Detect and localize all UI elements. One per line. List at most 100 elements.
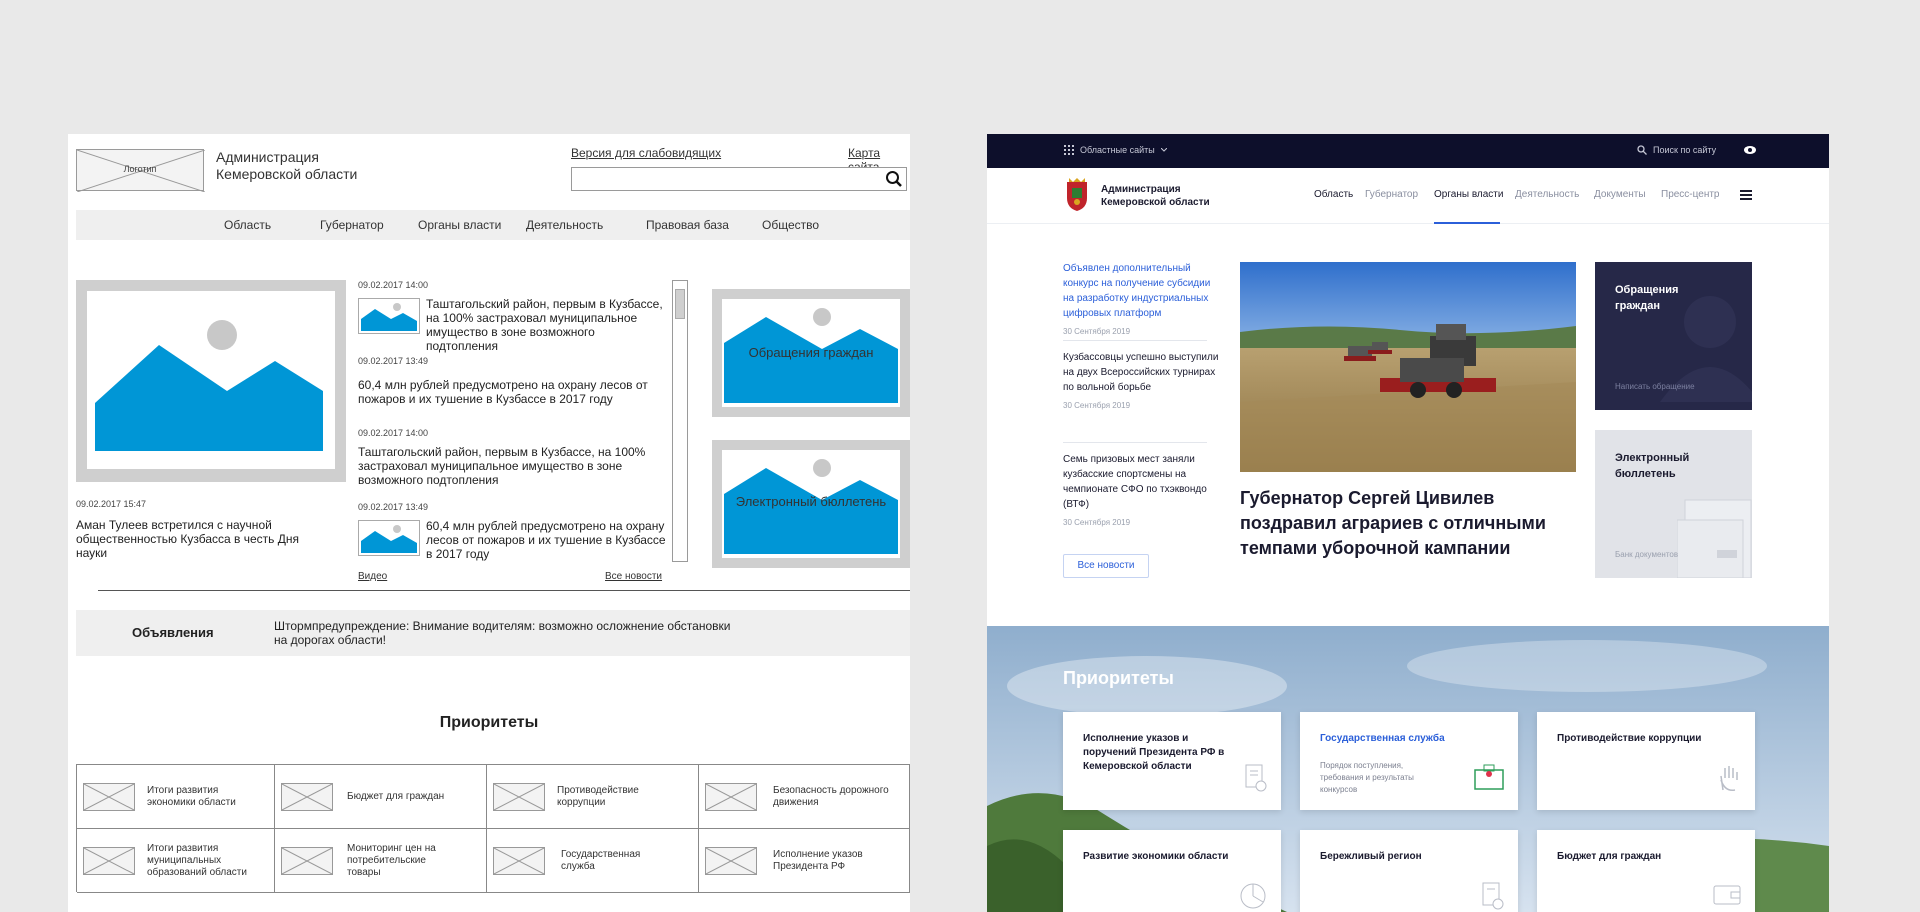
priority-card[interactable]: Государственная служба Порядок поступлен… [1300,712,1518,810]
nav-item-activity[interactable]: Деятельность [1515,189,1579,200]
priority-label: Бюджет для граждан [347,790,445,802]
site-search[interactable]: Поиск по сайту [1637,145,1716,155]
logo-placeholder[interactable]: Логотип [76,149,205,192]
video-link[interactable]: Видео [358,571,387,582]
news-title[interactable]: Таштагольский район, первым в Кузбассе, … [358,445,648,487]
priority-cell[interactable]: Противодействие коррупции [487,765,699,829]
org-name: Администрация Кемеровской области [216,149,358,182]
nav-item-authorities[interactable]: Органы власти [1434,189,1503,200]
document-icon [1482,882,1504,910]
news-date: 09.02.2017 13:49 [358,356,429,366]
bulletin-title: Электронный бюллетень [1615,452,1690,480]
news-date: 09.02.2017 14:00 [358,428,429,438]
eye-icon[interactable] [1743,143,1757,157]
image-placeholder-icon [281,847,333,875]
org-name[interactable]: Администрация Кемеровской области [1101,183,1210,209]
priority-label: Итоги развития муниципальных образований… [147,842,247,878]
priority-card[interactable]: Противодействие коррупции [1537,712,1755,810]
news-thumbnail[interactable] [358,520,420,556]
design-page: Областные сайты Поиск по сайту Администр… [987,134,1829,912]
news-title: Кузбассовцы успешно выступили на двух Вс… [1063,352,1219,393]
nav-item[interactable]: Область [224,218,271,232]
main-news-date: 09.02.2017 15:47 [76,499,147,509]
news-date: 30 Сентября 2019 [1063,327,1131,336]
search-input[interactable] [571,167,907,191]
priority-card[interactable]: Развитие экономики области [1063,830,1281,912]
priority-cell[interactable]: Итоги развития муниципальных образований… [77,829,275,893]
nav-item[interactable]: Губернатор [320,218,384,232]
news-title[interactable]: 60,4 млн рублей предусмотрено на охрану … [358,378,658,406]
news-scrollbar[interactable] [672,280,688,562]
news-item[interactable]: Объявлен дополнительный конкурс на получ… [1063,261,1219,336]
nav-item[interactable]: Правовая база [646,218,729,232]
priority-label: Исполнение указов Президента РФ [773,848,863,872]
priority-cell[interactable]: Безопасность дорожного движения [699,765,910,829]
search-icon [1637,145,1647,155]
nav-item[interactable]: Общество [762,218,819,232]
priority-cell[interactable]: Итоги развития экономики области [77,765,275,829]
document-icon [1245,764,1267,792]
regional-sites-label: Областные сайты [1080,145,1155,155]
chevron-down-icon [1160,148,1167,152]
nav-item-documents[interactable]: Документы [1594,189,1646,200]
news-title[interactable]: 60,4 млн рублей предусмотрено на охрану … [426,519,666,561]
regional-sites-menu[interactable]: Областные сайты [1064,145,1167,155]
main-news-headline[interactable]: Губернатор Сергей Цивилев поздравил агра… [1240,486,1580,561]
org-name-line: Администрация [1101,184,1181,195]
appeals-card[interactable]: Обращения граждан Написать обращение [1595,262,1752,410]
news-item[interactable]: Кузбассовцы успешно выступили на двух Вс… [1063,350,1219,410]
wireframe-page: Логотип Администрация Кемеровской област… [68,134,910,912]
priority-cell[interactable]: Государственная служба [487,829,699,893]
nav-item-region[interactable]: Область [1314,189,1353,200]
appeals-card[interactable]: Обращения граждан [712,289,910,417]
priorities-title: Приоритеты [1063,668,1174,688]
nav-item-press-center[interactable]: Пресс-центр [1661,189,1719,200]
org-name-line: Кемеровской области [1101,197,1210,208]
priority-cell[interactable]: Мониторинг цен на потребительские товары [275,829,487,893]
nav-item[interactable]: Органы власти [418,218,501,232]
main-news-photo[interactable] [1240,262,1576,472]
chart-pie-icon [1240,883,1266,909]
low-vision-link[interactable]: Версия для слабовидящих [571,146,721,160]
nav-item-governor[interactable]: Губернатор [1365,189,1418,200]
bulletin-card-label: Электронный бюллетень [735,494,887,509]
announcements-text[interactable]: Штормпредупреждение: Внимание водителям:… [274,619,734,647]
priority-cell[interactable]: Исполнение указов Президента РФ [699,829,910,893]
archive-icon [1677,499,1752,578]
nav-item[interactable]: Деятельность [526,218,603,232]
main-news-title[interactable]: Аман Тулеев встретился с научной обществ… [76,518,324,560]
all-news-link[interactable]: Все новости [605,571,662,582]
image-placeholder-icon [281,783,333,811]
emblem-icon[interactable] [1064,178,1090,212]
image-placeholder-icon [83,847,135,875]
search-icon[interactable] [885,170,903,188]
priority-label: Государственная служба [561,848,641,872]
logo-label: Логотип [123,164,157,174]
all-news-button[interactable]: Все новости [1063,554,1149,578]
news-thumbnail[interactable] [358,298,420,334]
priority-card[interactable]: Исполнение указов и поручений Президента… [1063,712,1281,810]
priority-title: Исполнение указов и поручений Президента… [1083,733,1225,772]
priorities-grid: Итоги развития экономики области Бюджет … [76,764,910,893]
announcements-title: Объявления [132,625,214,640]
bulletin-card[interactable]: Электронный бюллетень [712,440,910,568]
image-placeholder-icon [493,847,545,875]
priority-card[interactable]: Бюджет для граждан [1537,830,1755,912]
priority-title: Противодействие коррупции [1557,733,1702,744]
news-date: 30 Сентября 2019 [1063,401,1131,410]
priority-label: Итоги развития экономики области [147,784,236,808]
menu-icon[interactable] [1740,190,1752,200]
news-title[interactable]: Таштагольский район, первым в Кузбассе, … [426,297,666,353]
news-date: 09.02.2017 13:49 [358,502,429,512]
scrollbar-thumb[interactable] [675,289,685,319]
main-news-image[interactable] [76,280,346,482]
priority-description: Порядок поступления, требования и резуль… [1320,761,1414,794]
site-header: Администрация Кемеровской области Област… [987,168,1829,224]
harvest-photo [1240,262,1576,472]
priority-card[interactable]: Бережливый регион [1300,830,1518,912]
priority-cell[interactable]: Бюджет для граждан [275,765,487,829]
bulletin-card[interactable]: Электронный бюллетень Банк документов [1595,430,1752,578]
news-date: 09.02.2017 14:00 [358,280,429,290]
news-item[interactable]: Семь призовых мест заняли кузбасские спо… [1063,452,1219,527]
priority-title: Развитие экономики области [1083,851,1229,862]
